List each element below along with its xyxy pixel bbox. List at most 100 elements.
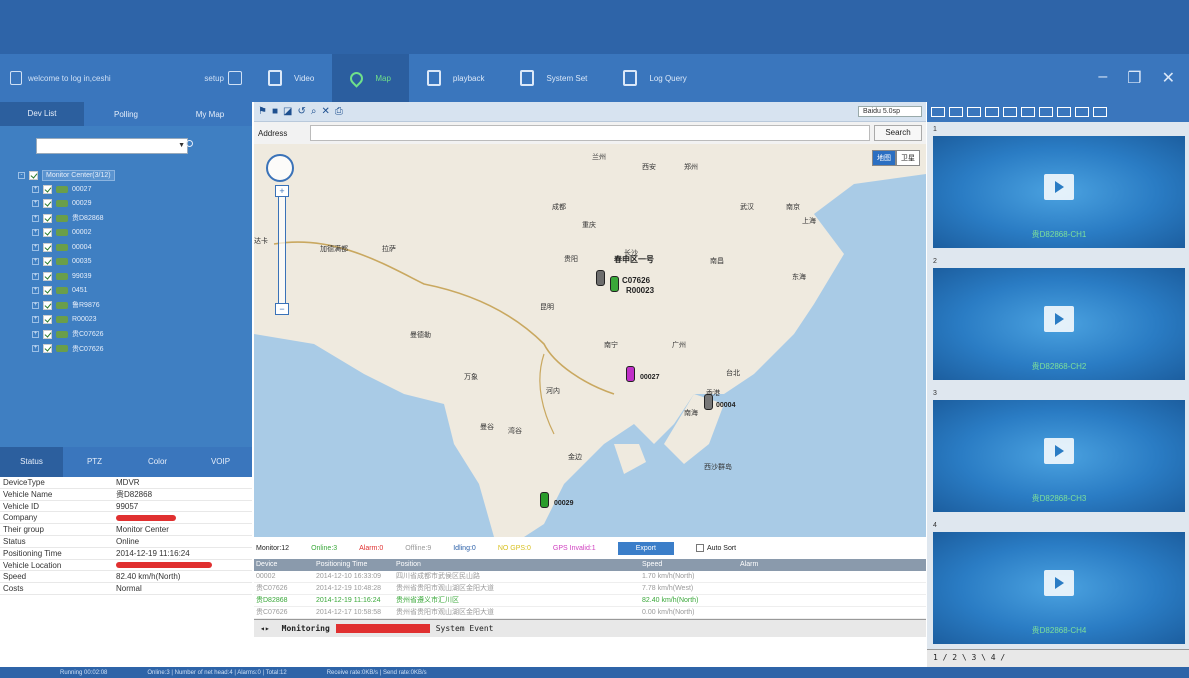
tree-node[interactable]: +00029 [32,197,244,212]
table-row[interactable]: 贵C07626 2014-12-17 10:58:58 贵州省贵阳市观山湖区金阳大道… [254,607,926,619]
video-slot[interactable]: 4 贵D82868-CH4 [933,520,1185,650]
map-canvas[interactable]: + − 地图 卫星 兰州 西安 郑州 武汉 南京 上海 成都 重庆 长沙 南昌 贵阳 昆明 南宁 广州 台北… [254,144,926,537]
map-source-select[interactable]: Baidu 5.0sp [858,106,922,117]
expand-icon[interactable]: + [32,214,39,222]
cross-icon[interactable]: ✕ [321,106,329,117]
tree-node[interactable]: + 贵C07626 [32,327,244,342]
map-zoom-slider[interactable]: + − [275,185,289,315]
node-checkbox[interactable] [43,286,52,296]
tree-root[interactable]: - Monitor Center(3/12) [18,168,244,182]
print-icon[interactable]: ⎙ [335,106,343,117]
vehicle-marker[interactable] [704,394,713,410]
tab-status[interactable]: Status [0,447,63,477]
node-checkbox[interactable] [43,271,52,281]
node-checkbox[interactable] [43,344,52,354]
expand-icon[interactable]: + [32,229,39,237]
tree-node[interactable]: + 贵C07626 [32,342,244,357]
search-button[interactable]: Search [874,125,922,141]
video-slot[interactable]: 1 贵D82868-CH1 [933,124,1185,254]
nav-system-set[interactable]: System Set [502,54,605,102]
tab-dev-list[interactable]: Dev List [0,102,84,126]
video-screen[interactable]: 贵D82868-CH1 [933,136,1185,248]
layout-icon[interactable] [949,107,963,117]
layout-icon[interactable] [931,107,945,117]
tree-node[interactable]: + 鲁R9876 [32,298,244,313]
column-header[interactable]: Positioning Time [316,559,396,571]
vehicle-marker[interactable] [540,492,549,508]
layout-icon[interactable] [1003,107,1017,117]
close-icon[interactable]: ✕ [1162,68,1175,88]
stop-icon[interactable]: ■ [272,106,278,117]
vehicle-marker[interactable] [626,366,635,382]
node-checkbox[interactable] [43,213,52,223]
tab-voip[interactable]: VOIP [189,447,252,477]
column-header[interactable]: Device [256,559,316,571]
column-header[interactable]: Speed [642,559,740,571]
setup-icon[interactable] [228,71,242,85]
tab-monitoring[interactable]: Monitoring [276,624,336,633]
nav-map[interactable]: Map [332,54,409,102]
expand-icon[interactable]: + [32,301,39,309]
video-slot[interactable]: 2 贵D82868-CH2 [933,256,1185,386]
expand-icon[interactable]: + [32,243,39,251]
expand-icon[interactable]: + [32,316,39,324]
nav-playback[interactable]: playback [409,54,503,102]
expand-icon[interactable]: + [32,330,39,338]
node-checkbox[interactable] [43,228,52,238]
column-header[interactable]: Position [396,559,642,571]
node-checkbox[interactable] [43,257,52,267]
device-search-select[interactable]: ▼ [36,138,188,154]
root-checkbox[interactable] [29,170,38,180]
expand-icon[interactable]: + [32,272,39,280]
node-checkbox[interactable] [43,329,52,339]
auto-sort-checkbox[interactable] [695,544,704,552]
node-checkbox[interactable] [43,184,52,194]
tab-my-map[interactable]: My Map [168,110,252,119]
search-icon[interactable] [186,140,193,147]
tab-color[interactable]: Color [126,447,189,477]
tree-node[interactable]: +00027 [32,182,244,197]
video-screen[interactable]: 贵D82868-CH3 [933,400,1185,512]
layout-icon[interactable] [1021,107,1035,117]
video-screen[interactable]: 贵D82868-CH4 [933,532,1185,644]
map-type-satellite[interactable]: 卫星 [896,150,920,166]
tree-node[interactable]: +00035 [32,255,244,270]
vehicle-marker[interactable] [610,276,619,292]
tab-ptz[interactable]: PTZ [63,447,126,477]
zoom-out-icon[interactable]: − [275,303,289,315]
tab-system-event[interactable]: System Event [430,624,500,633]
layout-icon[interactable] [967,107,981,117]
tree-node[interactable]: +99039 [32,269,244,284]
tab-polling[interactable]: Polling [84,110,168,119]
video-slot[interactable]: 3 贵D82868-CH3 [933,388,1185,518]
tree-node[interactable]: + R00023 [32,313,244,328]
node-checkbox[interactable] [43,199,52,209]
address-input[interactable] [310,125,870,141]
table-row[interactable]: 贵C07626 2014-12-19 10:48:28 贵州省贵阳市观山湖区金阳大道… [254,583,926,595]
tree-node[interactable]: +0451 [32,284,244,299]
layout-icon[interactable] [985,107,999,117]
zoom-icon[interactable]: ⌕ [311,106,317,117]
expand-icon[interactable]: + [32,345,39,353]
layout-icon[interactable] [1057,107,1071,117]
flag-icon[interactable]: ⚑ [258,106,267,117]
layout-icon[interactable] [1039,107,1053,117]
layout-icon[interactable] [1075,107,1089,117]
expand-icon[interactable]: + [32,287,39,295]
layout-icon[interactable] [1093,107,1107,117]
expand-icon[interactable]: + [32,185,39,193]
tree-node[interactable]: + 贵D82868 [32,211,244,226]
map-pan-control[interactable] [266,154,294,182]
zoom-in-icon[interactable]: + [275,185,289,197]
expand-icon[interactable]: + [32,258,39,266]
table-row[interactable]: 贵D82868 2014-12-19 11:16:24 贵州省遵义市汇川区 82.40… [254,595,926,607]
vehicle-marker[interactable] [596,270,605,286]
video-screen[interactable]: 贵D82868-CH2 [933,268,1185,380]
refresh-icon[interactable]: ↺ [297,106,305,117]
tree-node[interactable]: +00002 [32,226,244,241]
nav-video[interactable]: Video [250,54,332,102]
map-type-map[interactable]: 地图 [872,150,896,166]
node-checkbox[interactable] [43,300,52,310]
tree-node[interactable]: +00004 [32,240,244,255]
export-button[interactable]: Export [617,541,674,555]
